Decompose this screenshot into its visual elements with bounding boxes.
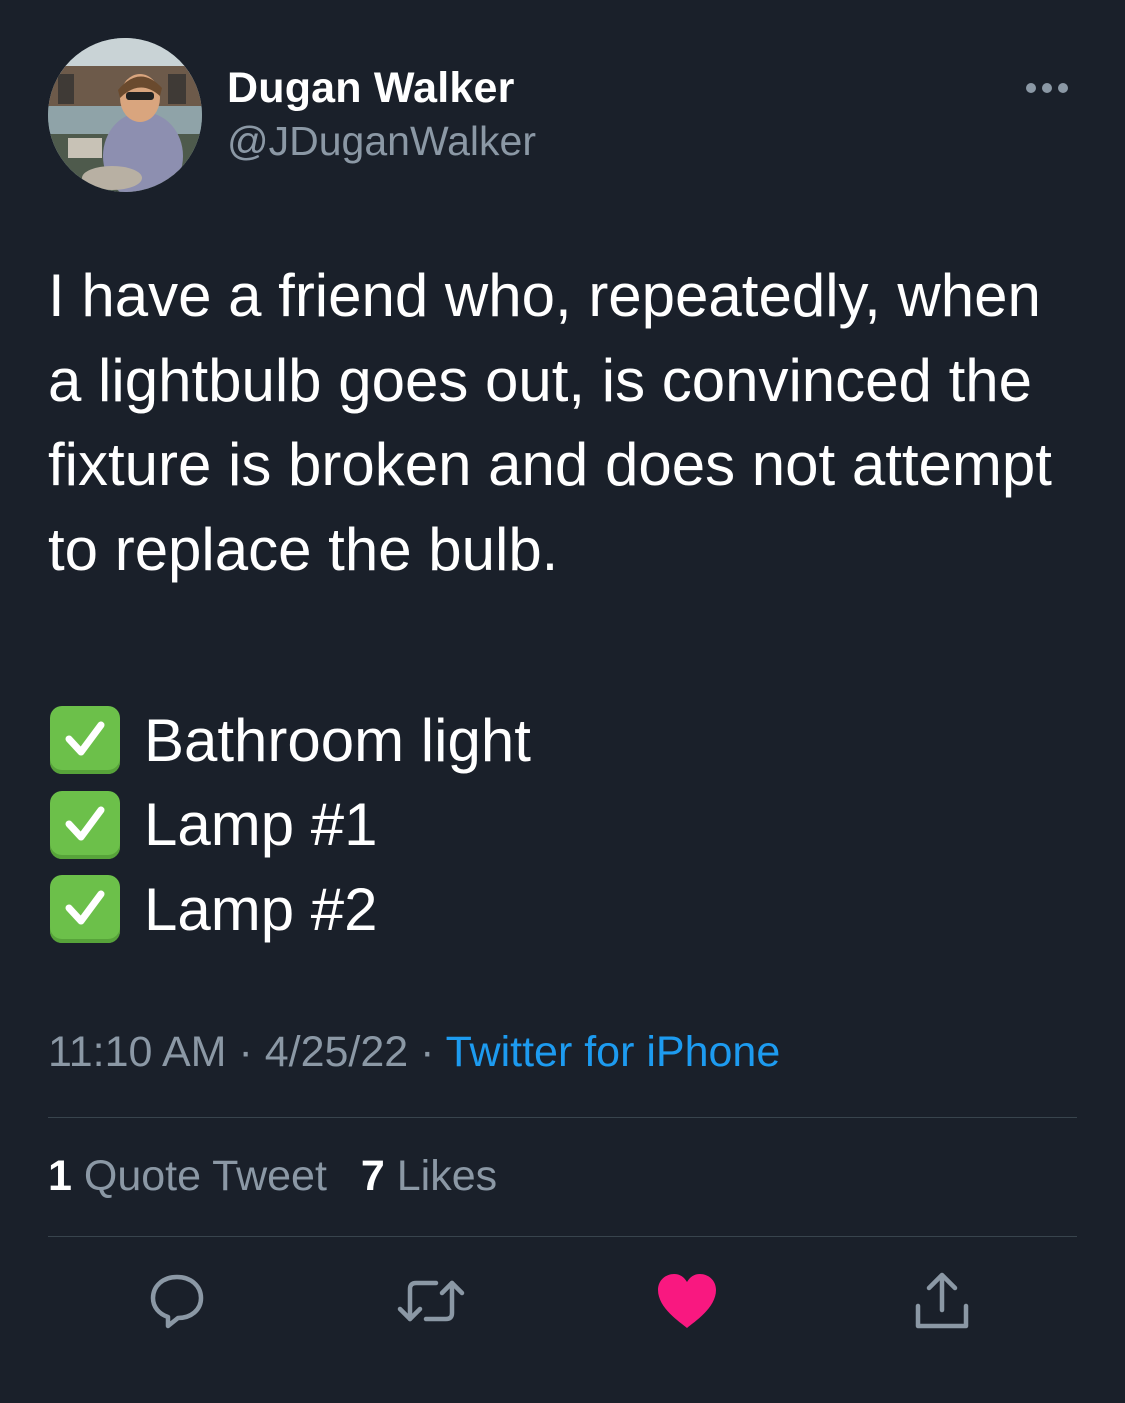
meta-separator: · xyxy=(238,1028,265,1076)
engagement-stats: 1 Quote Tweet 7 Likes xyxy=(48,1152,519,1201)
reply-button[interactable] xyxy=(142,1268,212,1338)
likes-label: Likes xyxy=(396,1152,498,1200)
likes-count: 7 xyxy=(360,1152,385,1200)
more-dot xyxy=(1026,83,1036,93)
retweet-icon xyxy=(396,1271,466,1336)
checklist-item-label: Lamp #2 xyxy=(144,875,378,943)
more-options-icon[interactable] xyxy=(1026,78,1074,98)
retweet-button[interactable] xyxy=(396,1268,466,1338)
checklist-item: Lamp #1 xyxy=(50,783,1050,868)
tweet-time[interactable]: 11:10 AM xyxy=(48,1028,227,1076)
checklist-item: Lamp #2 xyxy=(50,867,1050,952)
quote-tweets-stat[interactable]: 1 Quote Tweet xyxy=(48,1152,327,1200)
divider xyxy=(48,1117,1077,1118)
tweet-detail: Dugan Walker @JDuganWalker I have a frie… xyxy=(0,0,1125,1403)
tweet-source-link[interactable]: Twitter for iPhone xyxy=(446,1028,781,1076)
check-mark-icon xyxy=(50,790,120,859)
quote-tweets-count: 1 xyxy=(48,1152,72,1200)
avatar[interactable] xyxy=(48,38,202,192)
tweet-date[interactable]: 4/25/22 xyxy=(265,1028,408,1076)
more-dot xyxy=(1058,83,1068,93)
likes-stat[interactable]: 7 Likes xyxy=(361,1152,497,1200)
user-handle[interactable]: @JDuganWalker xyxy=(227,118,536,165)
meta-separator: · xyxy=(420,1028,446,1076)
tweet-metadata: 11:10 AM · 4/25/22 · Twitter for iPhone xyxy=(48,1028,780,1077)
tweet-text: I have a friend who, repeatedly, when a … xyxy=(48,262,1052,583)
more-dot xyxy=(1042,83,1052,93)
like-button[interactable] xyxy=(652,1268,722,1338)
check-mark-icon xyxy=(50,706,120,775)
check-mark-icon xyxy=(50,875,120,944)
quote-tweets-label: Quote Tweet xyxy=(83,1152,327,1200)
divider xyxy=(48,1236,1077,1237)
checklist-item-label: Bathroom light xyxy=(144,706,531,774)
share-button[interactable] xyxy=(907,1268,977,1338)
avatar-image xyxy=(48,38,202,192)
reply-icon xyxy=(147,1271,207,1336)
checklist-item-label: Lamp #1 xyxy=(144,791,378,859)
tweet-checklist: Bathroom light Lamp #1 Lamp #2 xyxy=(50,698,1050,952)
checklist-item: Bathroom light xyxy=(50,698,1050,783)
display-name[interactable]: Dugan Walker xyxy=(227,64,515,113)
share-icon xyxy=(912,1270,972,1337)
like-icon xyxy=(656,1272,718,1335)
